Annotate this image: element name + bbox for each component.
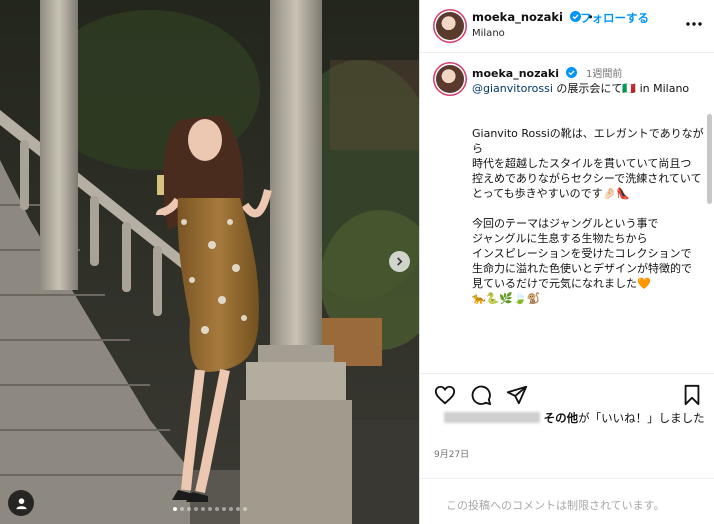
likes-summary: その他が「いいね！」しました [434,410,706,426]
likes-others-link[interactable]: その他 [544,411,579,425]
photo-image [0,0,419,524]
comment-icon[interactable] [470,384,492,406]
location-link[interactable]: Milano [472,28,505,39]
carousel-dot [179,507,184,511]
carousel-dot [172,507,177,511]
share-icon[interactable] [506,384,528,406]
carousel-dot [235,507,240,511]
carousel-dot [207,507,212,511]
follow-button[interactable]: フォローする [580,10,649,26]
carousel-dot [214,507,219,511]
carousel-dot [228,507,233,511]
caption-first-line-text: の展示会にて🇮🇹 in Milano [552,82,690,95]
caption-first-line: @gianvitorossi の展示会にて🇮🇹 in Milano [472,81,704,96]
carousel-dot [186,507,191,511]
likes-text: が「いいね！」しました [578,411,705,425]
post-header: moeka_nozaki • フォローする Milano [420,0,714,53]
post-date[interactable]: 9月27日 [434,447,469,460]
comment-area: この投稿へのコメントは制限されています。 [420,478,714,524]
caption-paragraph: 今回のテーマはジャングルという事で ジャングルに生息する生物たちから インスピレーシ… [472,217,692,305]
more-options-icon[interactable] [684,14,704,34]
caption-timestamp[interactable]: 1週間前 [586,69,622,80]
post-sidebar: moeka_nozaki • フォローする Milano moeka_nozak… [419,0,714,524]
caption-scrollbar[interactable] [707,114,712,204]
heart-icon[interactable] [434,384,456,406]
avatar[interactable] [436,12,464,40]
mention-link[interactable]: @gianvitorossi [472,82,553,95]
carousel-dot [221,507,226,511]
caption-username[interactable]: moeka_nozaki [472,67,559,80]
caption-avatar[interactable] [436,65,464,93]
bookmark-icon[interactable] [681,384,703,406]
carousel-dot [200,507,205,511]
liker-name-blurred[interactable] [444,412,540,423]
carousel-next-button[interactable] [389,251,410,272]
caption-text: Gianvito Rossiの靴は、エレガントでありながら 時代を超越したスタイル… [472,126,704,321]
comment-restricted-notice: この投稿へのコメントは制限されています。 [446,499,665,512]
carousel-indicator [0,507,419,511]
verified-badge-icon [565,67,577,78]
chevron-right-icon [397,257,403,266]
action-bar [420,373,714,413]
carousel-dot [242,507,247,511]
user-tag-button[interactable] [8,490,34,516]
caption-area: moeka_nozaki 1週間前 @gianvitorossi の展示会にて🇮… [420,54,714,372]
carousel-dot [193,507,198,511]
header-username[interactable]: moeka_nozaki [472,10,563,24]
post-photo[interactable] [0,0,419,524]
caption-paragraph: Gianvito Rossiの靴は、エレガントでありながら 時代を超越したスタイル… [472,127,704,200]
